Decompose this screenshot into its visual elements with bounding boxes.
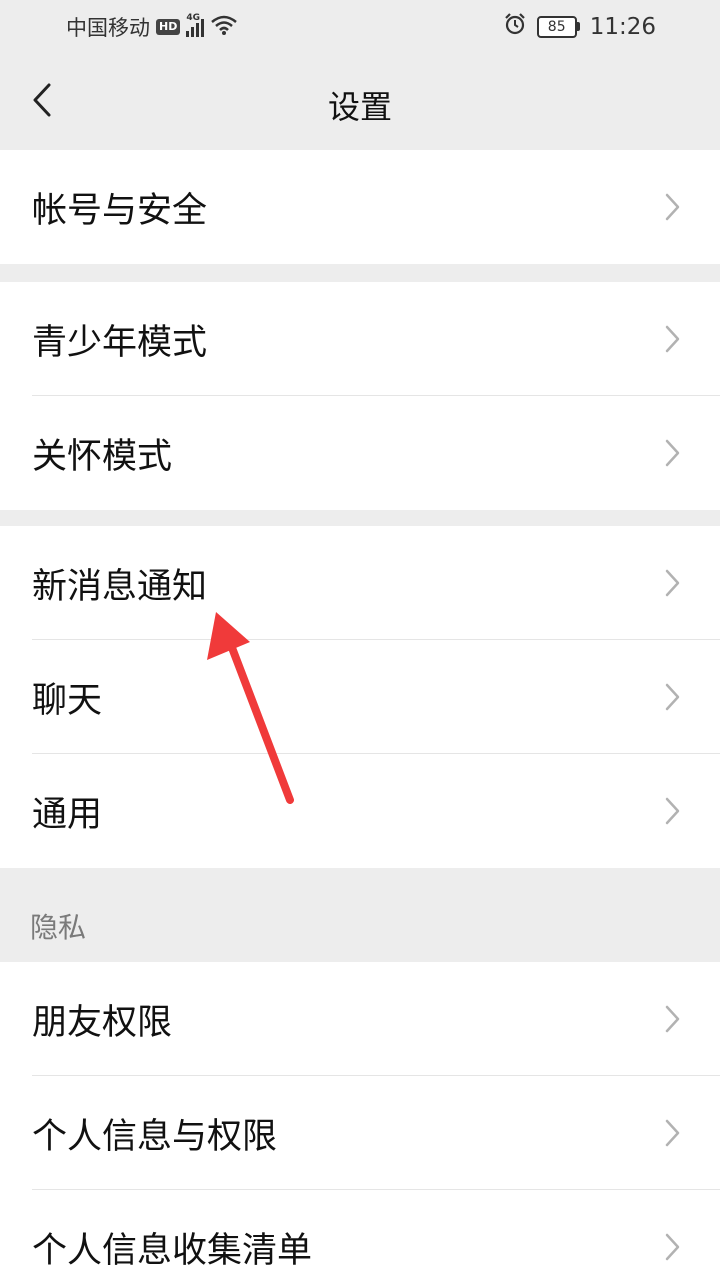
list-item-care-mode[interactable]: 关怀模式 xyxy=(0,396,720,510)
list-item-new-message-notification[interactable]: 新消息通知 xyxy=(0,526,720,640)
settings-group-modes: 青少年模式 关怀模式 xyxy=(0,282,720,510)
page-title: 设置 xyxy=(327,88,392,126)
chevron-right-icon xyxy=(665,569,680,597)
list-item-label: 个人信息与权限 xyxy=(32,1116,278,1157)
settings-group-account: 帐号与安全 xyxy=(0,150,720,264)
list-item-label: 关怀模式 xyxy=(32,436,173,477)
battery-level: 85 xyxy=(536,15,577,38)
alarm-icon xyxy=(503,12,527,41)
chevron-right-icon xyxy=(665,1233,680,1261)
list-item-label: 通用 xyxy=(32,794,103,835)
section-header-privacy: 隐私 xyxy=(30,911,87,944)
status-left: 中国移动 HD 4G xyxy=(66,12,238,42)
settings-screen: 中国移动 HD 4G 85 11:26 设置 帐号与安全 青少年模式 关怀模式 … xyxy=(0,0,720,1288)
settings-group-privacy: 朋友权限 个人信息与权限 个人信息收集清单 xyxy=(0,962,720,1288)
status-right: 85 11:26 xyxy=(503,12,656,41)
network-type: 4G xyxy=(186,13,200,23)
list-item-teen-mode[interactable]: 青少年模式 xyxy=(0,282,720,396)
list-item-chat[interactable]: 聊天 xyxy=(0,640,720,754)
chevron-right-icon xyxy=(665,797,680,825)
wifi-icon xyxy=(210,14,238,41)
chevron-right-icon xyxy=(665,1119,680,1147)
list-item-account-security[interactable]: 帐号与安全 xyxy=(0,150,720,264)
list-item-label: 聊天 xyxy=(32,680,103,721)
battery-icon: 85 xyxy=(536,15,580,38)
list-item-friend-permissions[interactable]: 朋友权限 xyxy=(0,962,720,1076)
chevron-right-icon xyxy=(665,193,680,221)
list-item-label: 个人信息收集清单 xyxy=(32,1230,313,1271)
list-item-label: 帐号与安全 xyxy=(32,190,208,231)
chevron-right-icon xyxy=(665,1005,680,1033)
chevron-right-icon xyxy=(665,325,680,353)
list-item-personal-info-permissions[interactable]: 个人信息与权限 xyxy=(0,1076,720,1190)
clock: 11:26 xyxy=(589,13,656,40)
list-item-label: 青少年模式 xyxy=(32,322,208,363)
nav-bar: 设置 xyxy=(0,52,720,148)
list-item-label: 新消息通知 xyxy=(32,566,208,607)
status-bar: 中国移动 HD 4G 85 11:26 xyxy=(0,0,720,52)
settings-group-general: 新消息通知 聊天 通用 xyxy=(0,526,720,868)
list-item-label: 朋友权限 xyxy=(32,1002,173,1043)
list-item-general[interactable]: 通用 xyxy=(0,754,720,868)
hd-badge: HD xyxy=(156,19,181,35)
signal-icon: 4G xyxy=(186,13,205,37)
list-item-personal-info-collection-list[interactable]: 个人信息收集清单 xyxy=(0,1190,720,1288)
chevron-right-icon xyxy=(665,439,680,467)
carrier-name: 中国移动 xyxy=(66,16,150,40)
chevron-right-icon xyxy=(665,683,680,711)
